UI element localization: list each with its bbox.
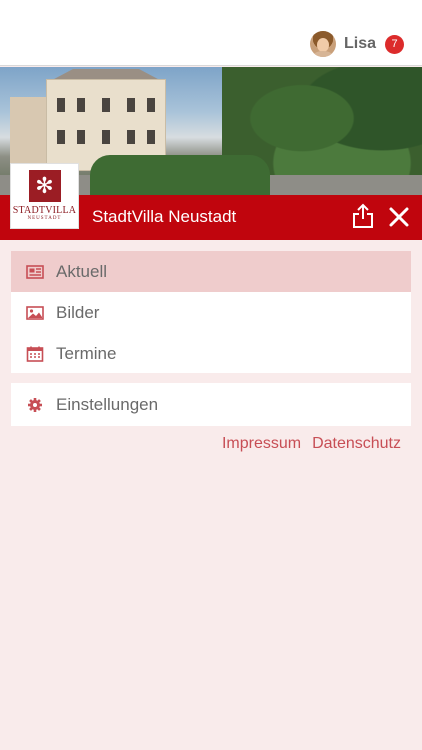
user-name[interactable]: Lisa <box>344 35 376 53</box>
menu-label-einstellungen: Einstellungen <box>56 394 159 414</box>
notification-badge[interactable]: 7 <box>385 34 404 54</box>
logo-text: STADTVILLA <box>12 205 77 216</box>
main-menu: Aktuell Bilder Termine <box>11 251 411 373</box>
image-icon <box>26 305 44 320</box>
close-button[interactable] <box>388 206 410 228</box>
top-bar: Lisa 7 <box>0 0 422 66</box>
logo-subtext: NEUSTADT <box>27 216 62 221</box>
menu-item-termine[interactable]: Termine <box>11 333 411 374</box>
share-button[interactable] <box>351 203 375 229</box>
newspaper-icon <box>26 264 44 279</box>
close-icon <box>389 207 409 227</box>
menu-item-bilder[interactable]: Bilder <box>11 292 411 333</box>
menu-label-termine: Termine <box>56 343 117 363</box>
avatar[interactable] <box>309 31 336 57</box>
menu-label-bilder: Bilder <box>56 302 100 322</box>
footer-links: Impressum Datenschutz <box>222 435 401 453</box>
datenschutz-link[interactable]: Datenschutz <box>312 435 401 453</box>
gear-icon <box>28 397 42 412</box>
settings-menu: Einstellungen <box>11 383 411 426</box>
share-icon <box>353 203 373 228</box>
logo-mark: ✻ <box>28 170 61 202</box>
menu-label-aktuell: Aktuell <box>56 261 108 281</box>
impressum-link[interactable]: Impressum <box>222 435 301 453</box>
menu-item-einstellungen[interactable]: Einstellungen <box>11 383 411 426</box>
user-profile[interactable]: Lisa 7 <box>309 30 404 58</box>
calendar-icon <box>26 346 44 362</box>
page-title: StadtVilla Neustadt <box>92 207 237 226</box>
menu-item-aktuell[interactable]: Aktuell <box>11 251 411 292</box>
logo: ✻ STADTVILLA NEUSTADT <box>10 163 79 229</box>
